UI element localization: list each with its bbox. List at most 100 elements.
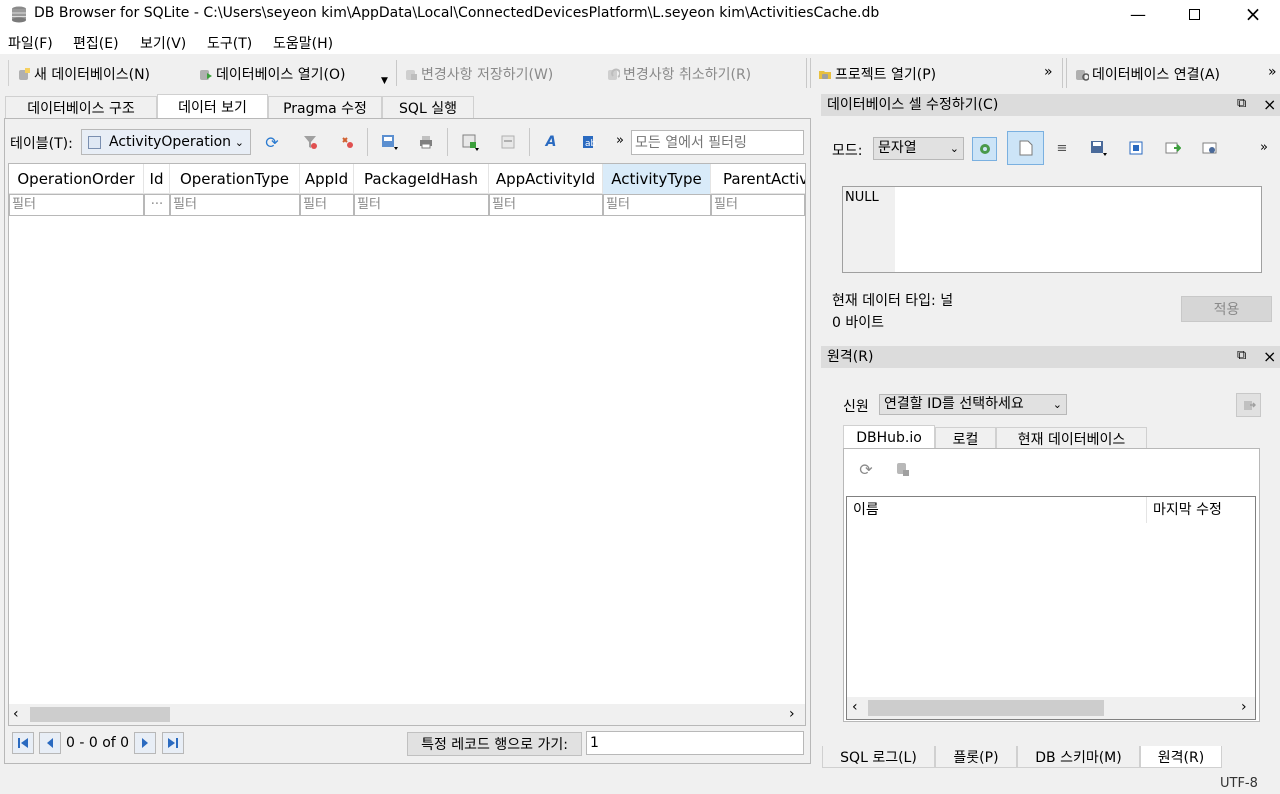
- column-header-last-modified[interactable]: 마지막 수정: [1147, 497, 1255, 523]
- push-database-button[interactable]: [1236, 393, 1261, 417]
- open-database-dropdown-icon[interactable]: ▼: [381, 76, 388, 86]
- svg-text:ab: ab: [585, 139, 596, 149]
- refresh-icon[interactable]: ⟳: [855, 458, 877, 480]
- tab-db-schema[interactable]: DB 스키마(M): [1017, 746, 1140, 768]
- find-icon[interactable]: A: [540, 131, 562, 153]
- filter-cell-activitytype[interactable]: 필터: [603, 194, 711, 216]
- save-table-icon[interactable]: [378, 131, 400, 153]
- column-header-operationorder[interactable]: OperationOrder: [9, 164, 144, 194]
- previous-record-icon: [47, 738, 53, 748]
- close-window-button[interactable]: ×: [1225, 0, 1280, 28]
- column-header-appid[interactable]: AppId: [300, 164, 354, 194]
- goto-record-button[interactable]: 특정 레코드 행으로 가기:: [407, 732, 582, 756]
- scroll-right-icon[interactable]: ›: [1241, 699, 1247, 715]
- tab-execute-sql[interactable]: SQL 실행: [382, 96, 474, 119]
- scroll-right-icon[interactable]: ›: [789, 706, 795, 722]
- filter-cell-parentactivityid[interactable]: 필터: [711, 194, 805, 216]
- previous-record-button[interactable]: [39, 732, 61, 754]
- refresh-icon[interactable]: ⟳: [261, 131, 283, 153]
- mode-select[interactable]: 문자열 ⌄: [873, 137, 964, 160]
- tab-local[interactable]: 로컬: [935, 427, 996, 449]
- table-icon: [88, 135, 101, 149]
- toolbar-overflow-right[interactable]: »: [1268, 64, 1277, 80]
- global-filter-input[interactable]: [631, 130, 804, 155]
- tab-edit-pragmas[interactable]: Pragma 수정: [268, 96, 382, 119]
- identity-select[interactable]: 연결할 ID를 선택하세요 ⌄: [879, 394, 1067, 415]
- scroll-left-icon[interactable]: ‹: [13, 706, 19, 722]
- insert-record-icon[interactable]: [459, 131, 481, 153]
- menu-help[interactable]: 도움말(H): [273, 33, 333, 53]
- column-header-activitytype[interactable]: ActivityType: [603, 164, 711, 194]
- tab-plot[interactable]: 플롯(P): [935, 746, 1017, 768]
- print-icon[interactable]: [415, 131, 437, 153]
- indent-icon[interactable]: ≡: [1051, 137, 1073, 159]
- open-project-button[interactable]: 프로젝트 열기(P): [818, 64, 936, 84]
- scrollbar-thumb[interactable]: [30, 707, 170, 722]
- chevron-down-icon: ⌄: [234, 135, 244, 149]
- remote-horizontal-scrollbar[interactable]: ‹ ›: [847, 697, 1255, 719]
- dock-float-icon[interactable]: ⧉: [1237, 348, 1246, 363]
- open-database-button[interactable]: 데이터베이스 열기(O): [199, 64, 345, 84]
- set-null-icon[interactable]: [1162, 137, 1184, 159]
- cell-content: NULL: [845, 190, 879, 205]
- find-replace-icon[interactable]: ab: [577, 131, 599, 153]
- toolbar-overflow-left[interactable]: »: [1044, 64, 1053, 80]
- filter-cell-appactivityid[interactable]: 필터: [489, 194, 603, 216]
- last-record-button[interactable]: [162, 732, 184, 754]
- menu-view[interactable]: 보기(V): [140, 33, 186, 53]
- column-header-name[interactable]: 이름: [847, 497, 1147, 523]
- column-header-appactivityid[interactable]: AppActivityId: [489, 164, 603, 194]
- revert-changes-button[interactable]: 변경사항 취소하기(R): [606, 64, 751, 84]
- table-select[interactable]: ActivityOperation ⌄: [81, 129, 251, 155]
- filter-cell-operationtype[interactable]: 필터: [170, 194, 300, 216]
- main-toolbar: 새 데이터베이스(N) 데이터베이스 열기(O) ▼ 변경사항 저장하기(W) …: [0, 54, 1280, 92]
- tab-database-structure[interactable]: 데이터베이스 구조: [5, 96, 157, 119]
- first-record-button[interactable]: [12, 732, 34, 754]
- tab-browse-data[interactable]: 데이터 보기: [157, 94, 268, 119]
- tab-current-database[interactable]: 현재 데이터베이스: [996, 427, 1147, 449]
- word-wrap-button[interactable]: [1007, 131, 1044, 165]
- filter-cell-appid[interactable]: 필터: [300, 194, 354, 216]
- tab-dbhub[interactable]: DBHub.io: [843, 425, 935, 449]
- tab-remote[interactable]: 원격(R): [1140, 746, 1222, 768]
- scroll-left-icon[interactable]: ‹: [852, 699, 858, 715]
- next-record-button[interactable]: [134, 732, 156, 754]
- scrollbar-thumb[interactable]: [868, 700, 1104, 716]
- goto-record-input[interactable]: [586, 731, 804, 755]
- menu-file[interactable]: 파일(F): [8, 33, 53, 53]
- cell-editor[interactable]: NULL: [842, 186, 1262, 273]
- filter-cell-id[interactable]: ···: [144, 194, 170, 216]
- dock-close-icon[interactable]: ×: [1263, 347, 1276, 366]
- minimize-button[interactable]: —: [1110, 0, 1166, 28]
- import-icon[interactable]: [1088, 137, 1110, 159]
- clear-sort-icon[interactable]: [336, 131, 358, 153]
- auto-switch-mode-button[interactable]: [972, 137, 997, 161]
- new-database-icon: [17, 67, 31, 81]
- filter-overflow[interactable]: »: [616, 133, 624, 148]
- dock-float-icon[interactable]: ⧉: [1237, 96, 1246, 111]
- delete-record-icon[interactable]: [497, 131, 519, 153]
- maximize-button[interactable]: [1166, 0, 1222, 28]
- filter-cell-packageidhash[interactable]: 필터: [354, 194, 489, 216]
- export-icon[interactable]: [1125, 137, 1147, 159]
- menu-edit[interactable]: 편집(E): [73, 33, 119, 53]
- clone-database-icon[interactable]: [892, 458, 914, 480]
- column-header-id[interactable]: Id: [144, 164, 170, 194]
- horizontal-scrollbar[interactable]: ‹ ›: [9, 704, 805, 725]
- data-grid: [8, 163, 806, 726]
- clear-filters-icon[interactable]: [299, 131, 321, 153]
- open-in-app-icon[interactable]: [1199, 137, 1221, 159]
- tab-sql-log[interactable]: SQL 로그(L): [822, 746, 935, 768]
- attach-database-button[interactable]: 데이터베이스 연결(A): [1075, 64, 1220, 84]
- column-header-parentactivityid[interactable]: ParentActiv: [711, 164, 805, 194]
- menu-tools[interactable]: 도구(T): [207, 33, 252, 53]
- column-header-packageidhash[interactable]: PackageIdHash: [354, 164, 489, 194]
- edit-cell-overflow[interactable]: »: [1260, 140, 1268, 155]
- write-changes-button[interactable]: 변경사항 저장하기(W): [404, 64, 553, 84]
- apply-button[interactable]: 적용: [1181, 296, 1272, 322]
- new-database-button[interactable]: 새 데이터베이스(N): [17, 64, 150, 84]
- filter-cell-operationorder[interactable]: 필터: [9, 194, 144, 216]
- column-header-operationtype[interactable]: OperationType: [170, 164, 300, 194]
- next-record-icon: [142, 738, 148, 748]
- dock-close-icon[interactable]: ×: [1263, 95, 1276, 114]
